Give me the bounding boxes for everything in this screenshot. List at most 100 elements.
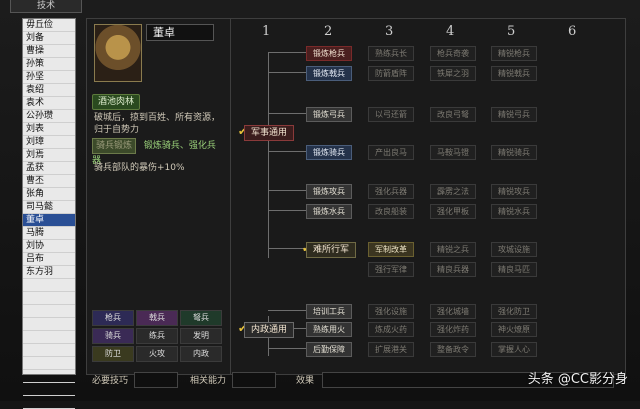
tech-node[interactable]: 军制改革 — [368, 242, 414, 257]
tech-node[interactable]: 炼成火药 — [368, 322, 414, 337]
tech-node[interactable]: 强行军律 — [368, 262, 414, 277]
faction-list-item[interactable] — [23, 357, 75, 370]
faction-list-item[interactable]: 刘表 — [23, 123, 75, 136]
faction-list-item[interactable]: 刘备 — [23, 32, 75, 45]
tech-node[interactable]: 精锐弓兵 — [491, 107, 537, 122]
faction-list-item[interactable]: 董卓 — [23, 214, 75, 227]
tech-node[interactable]: 培训工兵 — [306, 304, 352, 319]
faction-list-item[interactable]: 刘璋 — [23, 136, 75, 149]
tech-node[interactable]: 后勤保障 — [306, 342, 352, 357]
tech-node[interactable]: 以弓还箭 — [368, 107, 414, 122]
cat-training[interactable]: 练兵 — [136, 328, 178, 344]
faction-list-item[interactable] — [23, 344, 75, 357]
faction-list-item[interactable] — [23, 383, 75, 396]
faction-list-item[interactable]: 曹丕 — [23, 175, 75, 188]
tech-node[interactable]: 锻炼枪兵 — [306, 46, 352, 61]
tech-node[interactable]: 产出良马 — [368, 145, 414, 160]
faction-list-item[interactable]: 公孙瓒 — [23, 110, 75, 123]
tech-node[interactable]: 熟练兵长 — [368, 46, 414, 61]
branch-admin[interactable]: 内政通用 — [244, 322, 294, 338]
faction-list-item[interactable]: 毋丘俭 — [23, 19, 75, 32]
faction-list-item[interactable]: 孙策 — [23, 58, 75, 71]
tech-node[interactable]: 精锐之兵 — [430, 242, 476, 257]
ability-label: 相关能力 — [190, 376, 227, 386]
branch-march[interactable]: 难所行军 — [306, 242, 356, 258]
faction-list-item[interactable]: 袁绍 — [23, 84, 75, 97]
cat-admin[interactable]: 内政 — [180, 346, 222, 362]
tech-node[interactable]: 锻炼弓兵 — [306, 107, 352, 122]
tech-node[interactable]: 掌握人心 — [491, 342, 537, 357]
column-2: 2 — [324, 24, 333, 39]
cat-fire[interactable]: 火攻 — [136, 346, 178, 362]
tech-node[interactable]: 精良马匹 — [491, 262, 537, 277]
faction-list-item[interactable] — [23, 396, 75, 409]
tech-node[interactable]: 强化防卫 — [491, 304, 537, 319]
faction-list-item[interactable]: 司马懿 — [23, 201, 75, 214]
tech-node[interactable]: 枪兵奇袭 — [430, 46, 476, 61]
tech-node[interactable]: 精锐水兵 — [491, 204, 537, 219]
category-grid: 枪兵 戟兵 弩兵 骑兵 练兵 发明 防卫 火攻 内政 — [92, 310, 224, 364]
cat-crossbow[interactable]: 弩兵 — [180, 310, 222, 326]
column-3: 3 — [385, 24, 394, 39]
faction-list-item[interactable]: 吕布 — [23, 253, 75, 266]
faction-list-item[interactable]: 张角 — [23, 188, 75, 201]
tech-node[interactable]: 强化兵器 — [368, 184, 414, 199]
cat-halberd[interactable]: 戟兵 — [136, 310, 178, 326]
faction-list-item[interactable] — [23, 292, 75, 305]
faction-list-item[interactable] — [23, 318, 75, 331]
tech-node[interactable]: 强化设施 — [368, 304, 414, 319]
tech-node[interactable]: 强化城墙 — [430, 304, 476, 319]
cat-invention[interactable]: 发明 — [180, 328, 222, 344]
faction-list-item[interactable] — [23, 279, 75, 292]
tech-node[interactable]: 强化炸药 — [430, 322, 476, 337]
cat-spear[interactable]: 枪兵 — [92, 310, 134, 326]
tech-node[interactable]: 改良船装 — [368, 204, 414, 219]
link — [268, 72, 306, 73]
tech-node[interactable]: 霹雳之法 — [430, 184, 476, 199]
tech-node[interactable]: 扩展港关 — [368, 342, 414, 357]
faction-list-item[interactable]: 刘焉 — [23, 149, 75, 162]
tech-node[interactable]: 锻炼戟兵 — [306, 66, 352, 81]
tech-node[interactable]: 锻炼攻兵 — [306, 184, 352, 199]
tech-node[interactable]: 马鞍马镫 — [430, 145, 476, 160]
branch-military[interactable]: 军事通用 — [244, 125, 294, 141]
tech-node[interactable]: 神火燎原 — [491, 322, 537, 337]
tech-node[interactable]: 锻炼水兵 — [306, 204, 352, 219]
faction-list-item[interactable]: 孙坚 — [23, 71, 75, 84]
skill-desc-line1: 破城后，掠到百姓、所有资源， — [94, 113, 221, 123]
game-window: 技术 毋丘俭 刘备 曹操 孙策 孙坚 袁绍 袁术 公孙瓒 刘表 刘璋 刘焉 孟获 曹丕 张角 司马懿 董卓 马腾… — [0, 0, 640, 409]
faction-list-item[interactable]: 马腾 — [23, 227, 75, 240]
link — [268, 52, 306, 53]
link — [268, 248, 306, 249]
tech-node[interactable]: 整备政令 — [430, 342, 476, 357]
faction-list-item[interactable]: 袁术 — [23, 97, 75, 110]
skill-tag[interactable]: 酒池肉林 — [92, 94, 141, 110]
tech-node[interactable]: 精锐攻兵 — [491, 184, 537, 199]
tech-node[interactable]: 改良弓弩 — [430, 107, 476, 122]
link — [268, 113, 306, 114]
tech-node[interactable]: 熟练用火 — [306, 322, 352, 337]
skill-desc-line2: 归于自势力 — [94, 125, 140, 135]
faction-list-item[interactable]: 孟获 — [23, 162, 75, 175]
tech-node[interactable]: 锻炼骑兵 — [306, 145, 352, 160]
ability-field — [232, 372, 276, 388]
effect-label: 效果 — [296, 376, 315, 386]
faction-list-item[interactable] — [23, 305, 75, 318]
cat-cavalry[interactable]: 骑兵 — [92, 328, 134, 344]
tech-node[interactable]: 防箭盾阵 — [368, 66, 414, 81]
faction-list-item[interactable]: 刘协 — [23, 240, 75, 253]
tech-node[interactable]: 强化甲板 — [430, 204, 476, 219]
faction-list-item[interactable]: 曹操 — [23, 45, 75, 58]
tech-node[interactable]: 精锐戟兵 — [491, 66, 537, 81]
tech-node[interactable]: 铁犀之羽 — [430, 66, 476, 81]
tech-node[interactable]: 攻城设施 — [491, 242, 537, 257]
tech-node[interactable]: 精良兵器 — [430, 262, 476, 277]
faction-list-item[interactable] — [23, 370, 75, 383]
faction-list-item[interactable] — [23, 331, 75, 344]
faction-list-item[interactable]: 东方羽 — [23, 266, 75, 279]
tech-node[interactable]: 精锐骑兵 — [491, 145, 537, 160]
faction-list[interactable]: 毋丘俭 刘备 曹操 孙策 孙坚 袁绍 袁术 公孙瓒 刘表 刘璋 刘焉 孟获 曹丕 张角 司马懿 董卓 马腾 刘协吕… — [22, 18, 76, 409]
cat-defense[interactable]: 防卫 — [92, 346, 134, 362]
combo-chip[interactable]: 骑兵锻炼 — [92, 138, 137, 154]
tech-node[interactable]: 精锐枪兵 — [491, 46, 537, 61]
